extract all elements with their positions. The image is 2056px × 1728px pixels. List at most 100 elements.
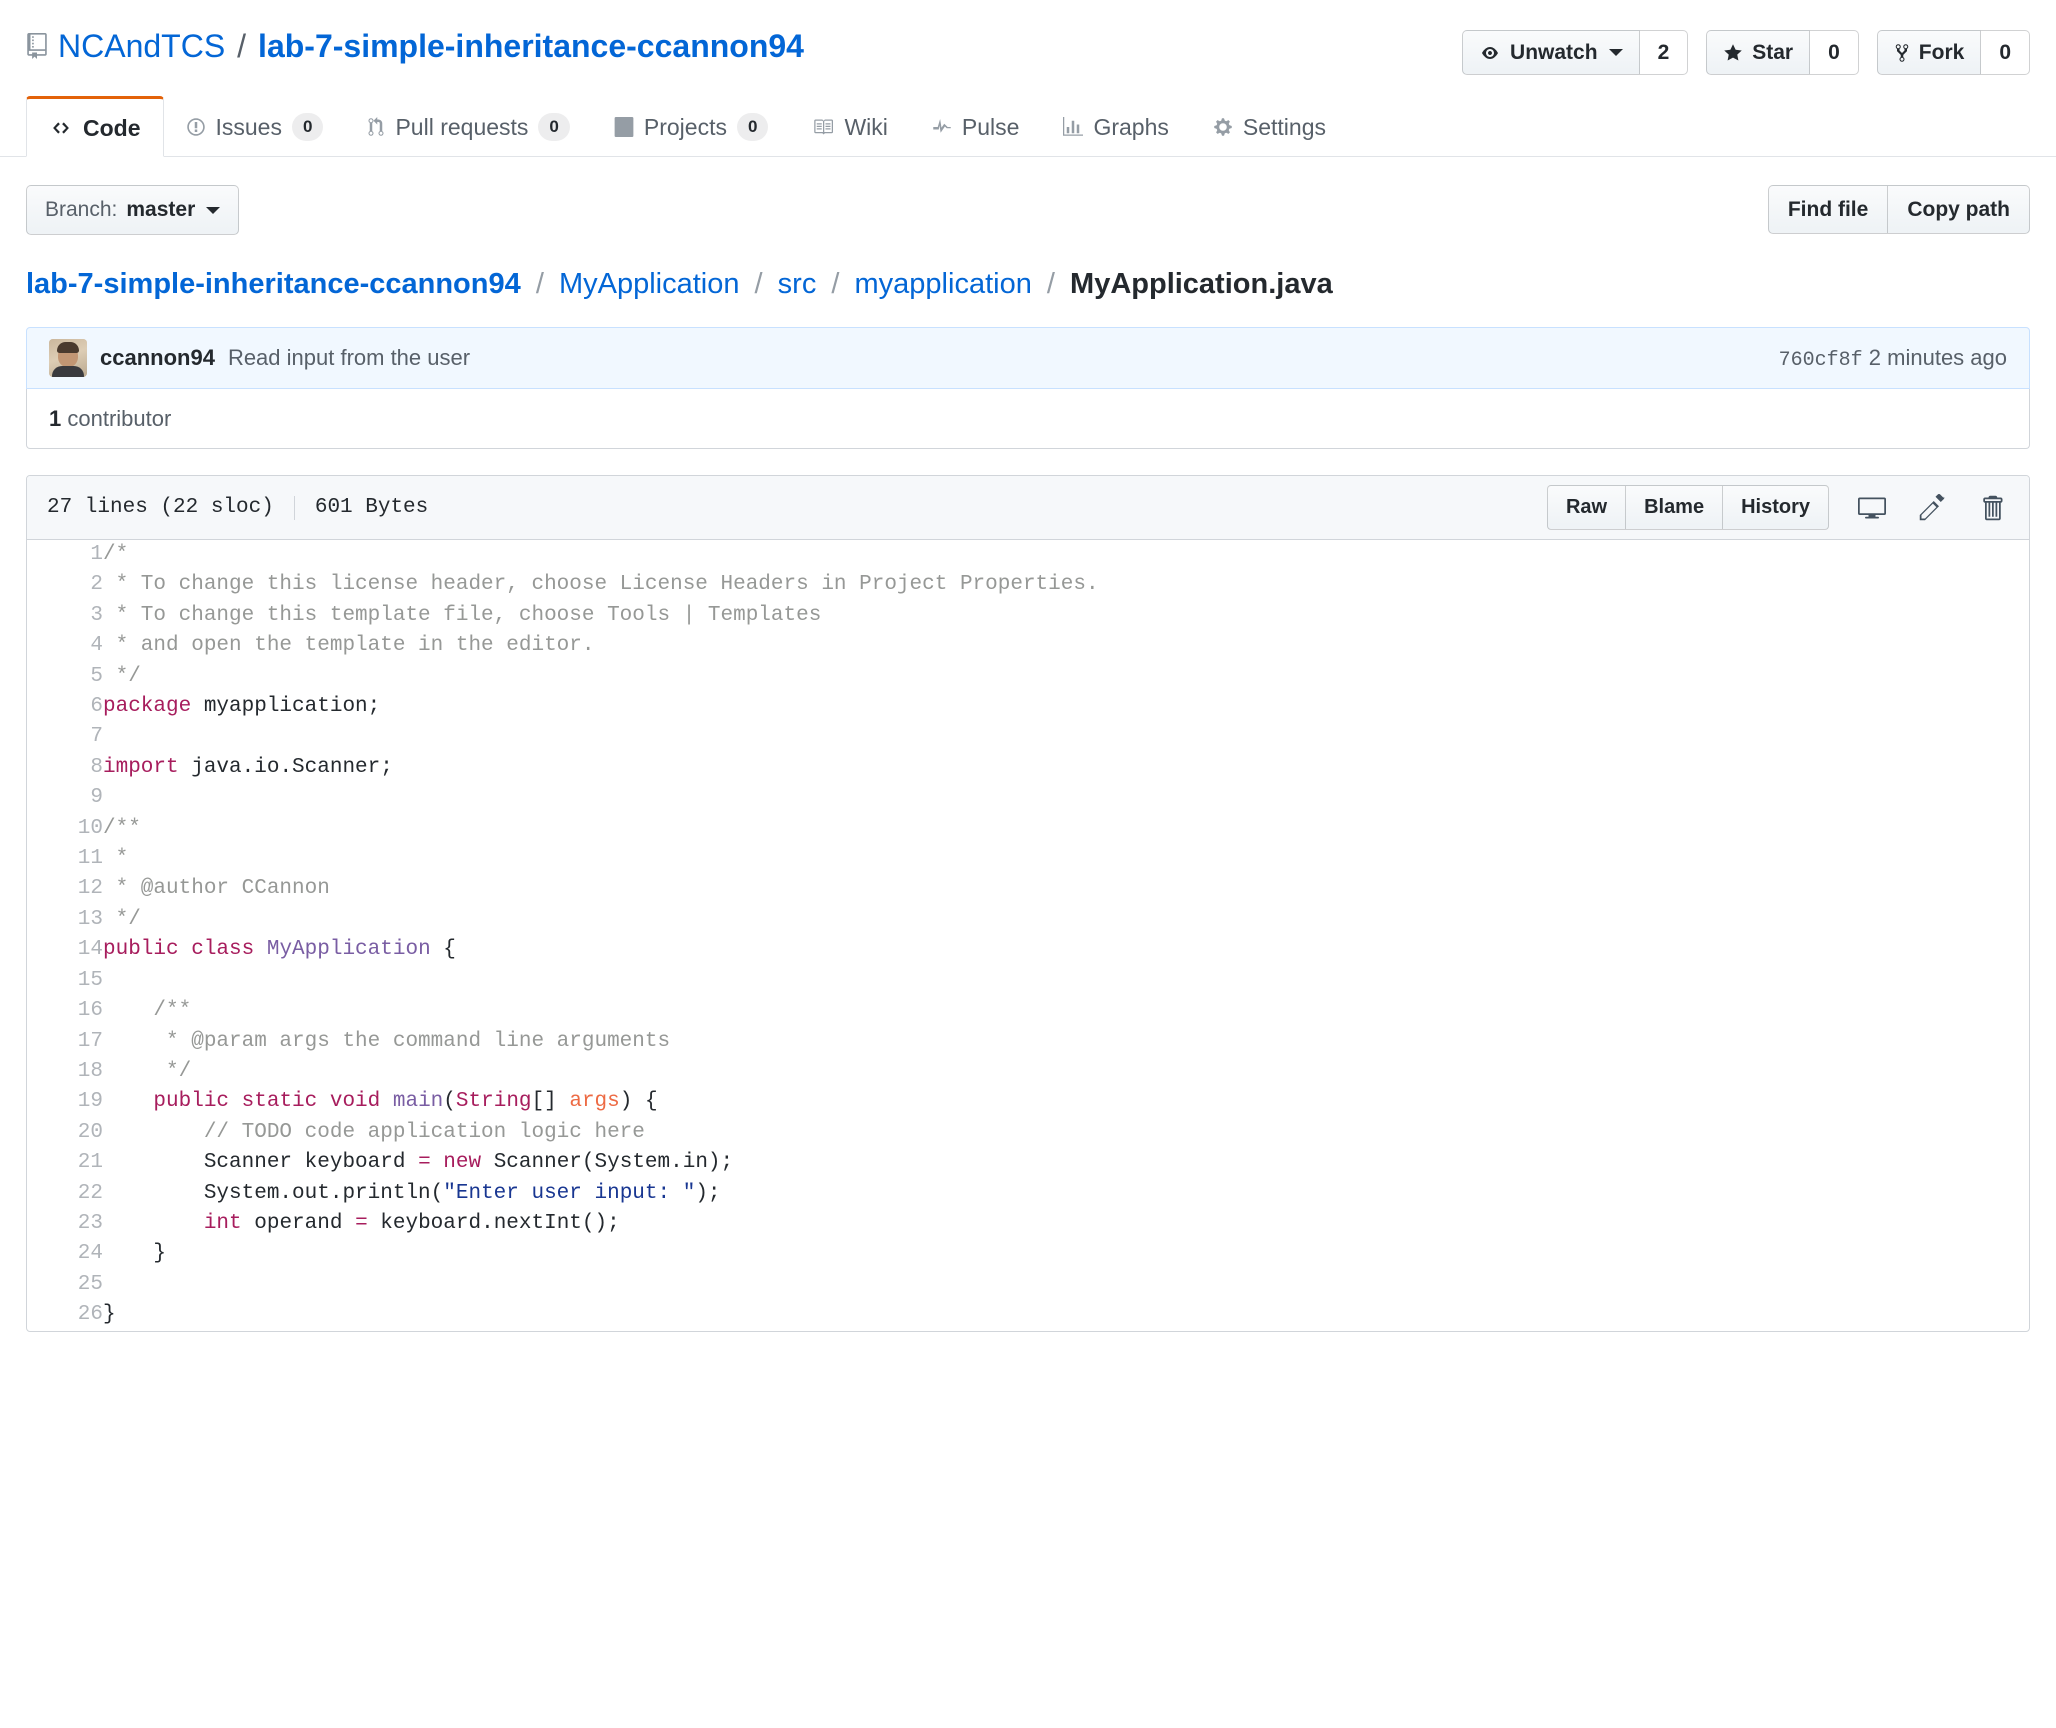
repo-icon — [26, 33, 48, 59]
breadcrumb-item-repo[interactable]: lab-7-simple-inheritance-ccannon94 — [26, 268, 521, 300]
code-line-row: 8import java.io.Scanner; — [27, 753, 2029, 783]
code-token: * To change this license header, choose … — [103, 573, 1099, 596]
code-line-row: 5 */ — [27, 662, 2029, 692]
tab-pulse[interactable]: Pulse — [910, 98, 1042, 156]
line-content: * — [103, 844, 2029, 874]
line-number[interactable]: 8 — [27, 753, 103, 783]
meta-divider — [294, 496, 295, 520]
line-number[interactable]: 4 — [27, 631, 103, 661]
repo-name-link[interactable]: lab-7-simple-inheritance-ccannon94 — [258, 26, 804, 66]
star-button-group: Star 0 — [1706, 30, 1859, 75]
line-number[interactable]: 17 — [27, 1027, 103, 1057]
code-line-row: 10/** — [27, 814, 2029, 844]
breadcrumb-item-src[interactable]: src — [778, 268, 817, 300]
line-number[interactable]: 15 — [27, 966, 103, 996]
line-number[interactable]: 11 — [27, 844, 103, 874]
fork-button[interactable]: Fork — [1877, 30, 1982, 75]
blame-button[interactable]: Blame — [1626, 485, 1723, 530]
code-token: } — [103, 1303, 116, 1326]
code-token: ) { — [620, 1090, 658, 1113]
repo-title: NCAndTCS / lab-7-simple-inheritance-ccan… — [26, 26, 804, 66]
repo-owner-link[interactable]: NCAndTCS — [58, 26, 225, 66]
tab-wiki[interactable]: Wiki — [790, 98, 909, 156]
commit-sha[interactable]: 760cf8f — [1779, 349, 1863, 372]
chevron-down-icon — [1609, 49, 1623, 56]
find-file-button[interactable]: Find file — [1768, 185, 1889, 234]
line-number[interactable]: 19 — [27, 1087, 103, 1117]
code-line-row: 9 — [27, 783, 2029, 813]
line-number[interactable]: 14 — [27, 935, 103, 965]
line-number[interactable]: 18 — [27, 1057, 103, 1087]
line-number[interactable]: 2 — [27, 570, 103, 600]
line-number[interactable]: 26 — [27, 1300, 103, 1330]
code-token: * @param args the command line arguments — [103, 1030, 670, 1053]
breadcrumb-item-myapplication-pkg[interactable]: myapplication — [855, 268, 1032, 300]
code-line-row: 11 * — [27, 844, 2029, 874]
line-number[interactable]: 12 — [27, 874, 103, 904]
copy-path-button[interactable]: Copy path — [1888, 185, 2030, 234]
code-line-row: 19 public static void main(String[] args… — [27, 1087, 2029, 1117]
commit-message[interactable]: Read input from the user — [228, 345, 470, 371]
line-number[interactable]: 23 — [27, 1209, 103, 1239]
code-token: keyboard.nextInt(); — [368, 1212, 620, 1235]
tab-code[interactable]: Code — [26, 96, 164, 157]
watch-count[interactable]: 2 — [1640, 30, 1689, 75]
desktop-download-icon[interactable] — [1855, 491, 1889, 525]
line-number[interactable]: 22 — [27, 1179, 103, 1209]
line-number[interactable]: 9 — [27, 783, 103, 813]
tab-graphs[interactable]: Graphs — [1041, 98, 1190, 156]
chevron-down-icon — [206, 207, 220, 214]
fork-label: Fork — [1919, 40, 1965, 65]
unwatch-button[interactable]: Unwatch — [1462, 30, 1640, 75]
line-number[interactable]: 6 — [27, 692, 103, 722]
breadcrumb: lab-7-simple-inheritance-ccannon94 / MyA… — [0, 235, 2056, 327]
star-count[interactable]: 0 — [1810, 30, 1859, 75]
branch-prefix-label: Branch: — [45, 197, 117, 223]
code-line-row: 24 } — [27, 1239, 2029, 1269]
commit-author-link[interactable]: ccannon94 — [100, 345, 215, 371]
breadcrumb-item-myapplication[interactable]: MyApplication — [559, 268, 740, 300]
tab-settings-label: Settings — [1243, 98, 1326, 156]
tab-issues[interactable]: Issues 0 — [164, 98, 346, 156]
line-number[interactable]: 3 — [27, 601, 103, 631]
line-number[interactable]: 5 — [27, 662, 103, 692]
contributors-bar[interactable]: 1 contributor — [26, 389, 2030, 449]
repo-nav: Code Issues 0 Pull requests 0 Projects 0 — [0, 97, 2056, 157]
code-body: 1/*2 * To change this license header, ch… — [27, 540, 2029, 1331]
line-number[interactable]: 21 — [27, 1148, 103, 1178]
code-token: = — [355, 1212, 368, 1235]
code-blob: 1/*2 * To change this license header, ch… — [27, 540, 2029, 1331]
breadcrumb-separator: / — [529, 268, 551, 300]
tab-settings[interactable]: Settings — [1191, 98, 1348, 156]
line-number[interactable]: 7 — [27, 722, 103, 752]
tab-code-label: Code — [83, 99, 141, 157]
pencil-icon[interactable] — [1915, 491, 1949, 525]
tab-pull-requests[interactable]: Pull requests 0 — [345, 98, 591, 156]
line-number[interactable]: 10 — [27, 814, 103, 844]
line-number[interactable]: 1 — [27, 540, 103, 570]
breadcrumb-separator: / — [1040, 268, 1062, 300]
code-token: MyApplication — [267, 938, 431, 961]
line-number[interactable]: 13 — [27, 905, 103, 935]
fork-count[interactable]: 0 — [1981, 30, 2030, 75]
file-actions: Raw Blame History — [1547, 485, 2009, 530]
line-number[interactable]: 25 — [27, 1270, 103, 1300]
line-content: package myapplication; — [103, 692, 2029, 722]
code-line-row: 16 /** — [27, 996, 2029, 1026]
branch-select-button[interactable]: Branch: master — [26, 185, 239, 235]
code-line-row: 7 — [27, 722, 2029, 752]
line-number[interactable]: 20 — [27, 1118, 103, 1148]
file-tools-button-group: Find file Copy path — [1768, 185, 2030, 234]
code-line-row: 3 * To change this template file, choose… — [27, 601, 2029, 631]
star-button[interactable]: Star — [1706, 30, 1810, 75]
code-line-row: 21 Scanner keyboard = new Scanner(System… — [27, 1148, 2029, 1178]
trashcan-icon[interactable] — [1975, 491, 2009, 525]
raw-button[interactable]: Raw — [1547, 485, 1626, 530]
line-content: */ — [103, 905, 2029, 935]
code-token: // TODO code application logic here — [103, 1121, 645, 1144]
tab-projects[interactable]: Projects 0 — [592, 98, 791, 156]
line-number[interactable]: 16 — [27, 996, 103, 1026]
line-number[interactable]: 24 — [27, 1239, 103, 1269]
history-button[interactable]: History — [1723, 485, 1829, 530]
code-line-row: 23 int operand = keyboard.nextInt(); — [27, 1209, 2029, 1239]
